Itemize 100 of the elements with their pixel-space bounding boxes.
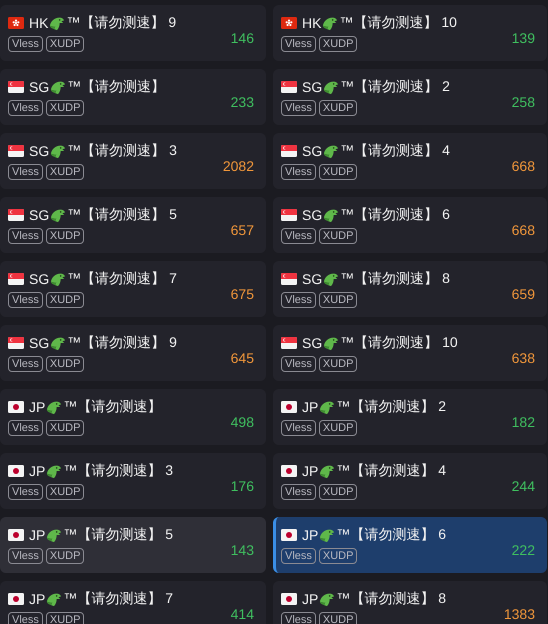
node-name: ™【请勿测速】 2 [336, 398, 446, 416]
dragon-icon [318, 463, 336, 479]
protocol-tag: XUDP [318, 484, 358, 500]
node-card[interactable]: JP ™【请勿测速】 3 Vless XUDP 176 [0, 453, 266, 509]
dragon-icon [318, 591, 336, 607]
protocol-tag: XUDP [46, 36, 84, 52]
flag-icon [8, 593, 24, 605]
region-code: SG [29, 143, 50, 159]
dragon-icon [322, 207, 340, 223]
dragon-icon [49, 143, 68, 159]
region-code: JP [29, 591, 46, 607]
dragon-icon [322, 79, 340, 95]
latency-value: 182 [512, 414, 535, 430]
latency-value: 659 [512, 286, 535, 302]
protocol-tag: Vless [281, 228, 316, 244]
latency-value: 675 [230, 286, 254, 302]
flag-icon [8, 81, 24, 93]
region-code: SG [302, 207, 322, 223]
flag-icon [8, 209, 24, 221]
node-card[interactable]: SG ™【请勿测速】 9 Vless XUDP 645 [0, 325, 266, 381]
node-card[interactable]: HK ™【请勿测速】 10 Vless XUDP 139 [273, 5, 547, 61]
dragon-icon [321, 15, 340, 31]
flag-icon [8, 401, 24, 413]
protocol-tag: XUDP [318, 228, 358, 244]
region-code: HK [29, 15, 48, 31]
latency-value: 638 [512, 350, 535, 366]
node-card[interactable]: JP ™【请勿测速】 7 Vless XUDP 414 [0, 581, 266, 624]
protocol-tag: XUDP [46, 356, 84, 372]
dragon-icon [49, 335, 68, 351]
node-card[interactable]: HK ™【请勿测速】 9 Vless XUDP 146 [0, 5, 266, 61]
node-name: ™【请勿测速】 5 [67, 206, 177, 224]
node-card[interactable]: JP ™【请勿测速】 8 Vless XUDP 1383 [273, 581, 547, 624]
node-name: ™【请勿测速】 8 [336, 590, 446, 608]
region-code: SG [29, 335, 50, 351]
protocol-tag: Vless [8, 164, 43, 180]
latency-value: 498 [230, 414, 254, 430]
region-code: SG [302, 271, 322, 287]
node-card[interactable]: SG ™【请勿测速】 4 Vless XUDP 668 [273, 133, 547, 189]
region-code: JP [29, 399, 46, 415]
latency-value: 2082 [222, 158, 254, 174]
protocol-tag: XUDP [318, 548, 358, 564]
node-card[interactable]: JP ™【请勿测速】 5 Vless XUDP 143 [0, 517, 266, 573]
region-code: JP [302, 591, 318, 607]
node-name: ™【请勿测速】 3 [67, 142, 177, 160]
node-card[interactable]: SG ™【请勿测速】 Vless XUDP 233 [0, 69, 266, 125]
protocol-tag: XUDP [318, 420, 358, 436]
node-card[interactable]: SG ™【请勿测速】 6 Vless XUDP 668 [273, 197, 547, 253]
protocol-tag: Vless [8, 612, 43, 624]
region-code: HK [302, 15, 322, 31]
protocol-tag: Vless [8, 420, 43, 436]
node-card[interactable]: SG ™【请勿测速】 3 Vless XUDP 2082 [0, 133, 266, 189]
region-code: SG [29, 79, 50, 95]
latency-value: 143 [230, 542, 254, 558]
dragon-icon [45, 399, 64, 415]
latency-value: 146 [230, 30, 254, 46]
dragon-icon [45, 527, 64, 543]
protocol-tag: Vless [281, 164, 316, 180]
region-code: SG [302, 79, 322, 95]
node-card[interactable]: JP ™【请勿测速】 Vless XUDP 498 [0, 389, 266, 445]
dragon-icon [318, 527, 336, 543]
latency-value: 657 [230, 222, 254, 238]
latency-value: 176 [230, 478, 254, 494]
node-card[interactable]: SG ™【请勿测速】 8 Vless XUDP 659 [273, 261, 547, 317]
protocol-tag: XUDP [46, 548, 84, 564]
protocol-tag: Vless [8, 100, 43, 116]
protocol-tag: Vless [8, 228, 43, 244]
protocol-tag: Vless [281, 612, 316, 624]
dragon-icon [322, 335, 340, 351]
region-code: JP [29, 527, 46, 543]
flag-icon [281, 273, 297, 285]
protocol-tag: Vless [281, 36, 316, 52]
node-card[interactable]: SG ™【请勿测速】 10 Vless XUDP 638 [273, 325, 547, 381]
protocol-tag: XUDP [46, 612, 84, 624]
region-code: JP [302, 463, 318, 479]
protocol-tag: Vless [8, 36, 43, 52]
latency-value: 1383 [504, 606, 535, 622]
protocol-tag: Vless [8, 292, 43, 308]
node-card[interactable]: SG ™【请勿测速】 7 Vless XUDP 675 [0, 261, 266, 317]
region-code: SG [29, 271, 50, 287]
node-card[interactable]: JP ™【请勿测速】 4 Vless XUDP 244 [273, 453, 547, 509]
protocol-tag: XUDP [46, 484, 84, 500]
dragon-icon [49, 79, 68, 95]
node-name: ™【请勿测速】 7 [67, 270, 177, 288]
node-name: ™【请勿测速】 2 [340, 78, 450, 96]
node-card[interactable]: JP ™【请勿测速】 2 Vless XUDP 182 [273, 389, 547, 445]
node-card[interactable]: JP ™【请勿测速】 6 Vless XUDP 222 [273, 517, 547, 573]
node-name: ™【请勿测速】 6 [336, 526, 446, 544]
flag-icon [8, 465, 24, 477]
node-card[interactable]: SG ™【请勿测速】 2 Vless XUDP 258 [273, 69, 547, 125]
latency-value: 645 [230, 350, 254, 366]
latency-value: 244 [512, 478, 535, 494]
flag-icon [281, 17, 297, 29]
protocol-tag: XUDP [318, 356, 358, 372]
region-code: JP [302, 527, 318, 543]
dragon-icon [45, 591, 64, 607]
node-name: ™【请勿测速】 10 [339, 14, 457, 32]
node-card[interactable]: SG ™【请勿测速】 5 Vless XUDP 657 [0, 197, 266, 253]
dragon-icon [49, 271, 68, 287]
flag-icon [8, 145, 24, 157]
node-name: ™【请勿测速】 5 [63, 526, 174, 544]
